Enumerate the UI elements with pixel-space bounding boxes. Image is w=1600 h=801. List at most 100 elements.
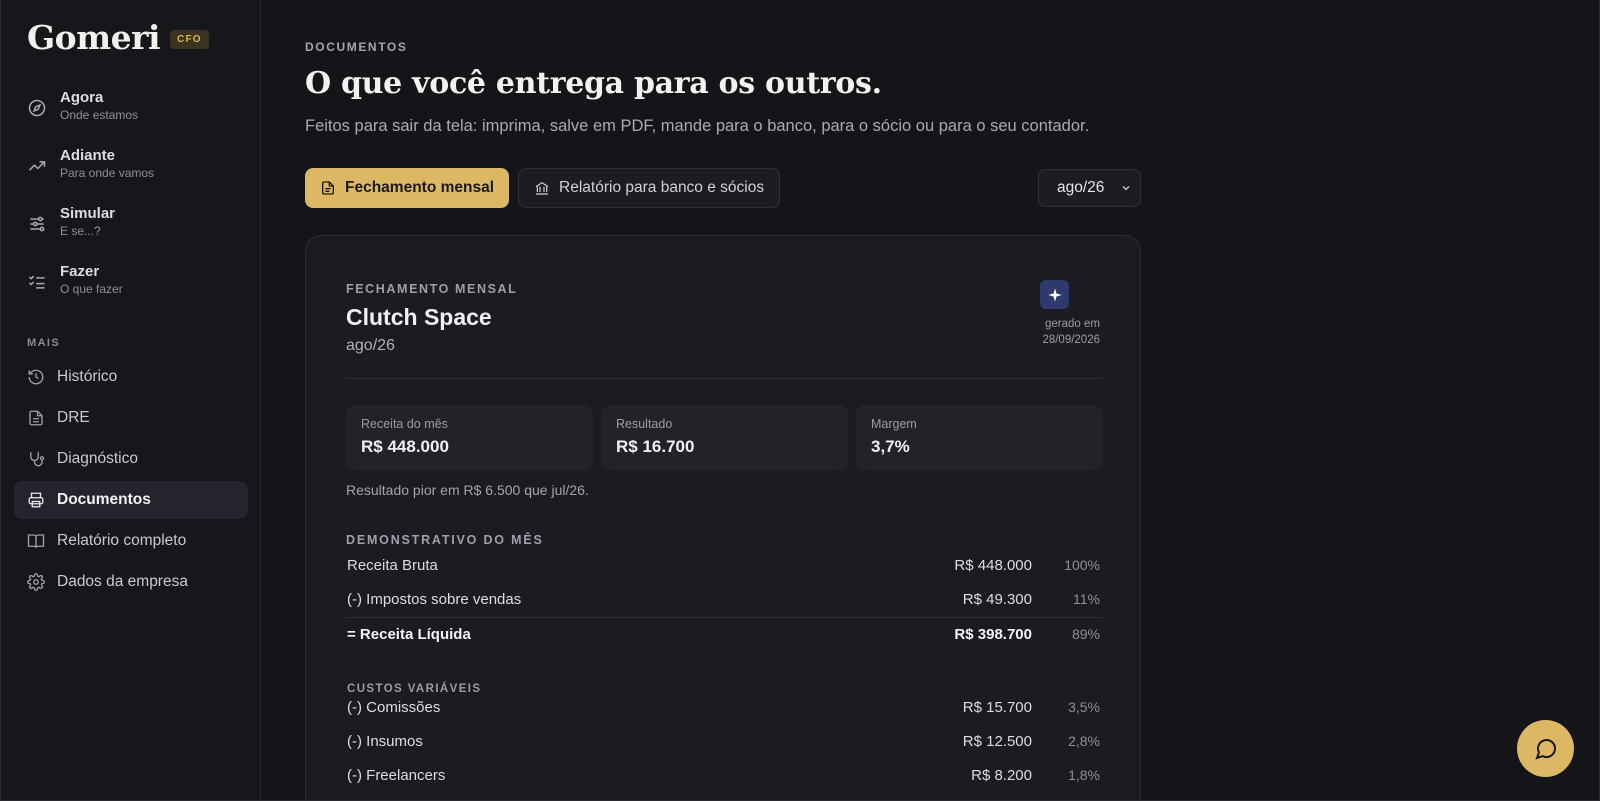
page-title: O que você entrega para os outros. [305, 66, 882, 101]
nav-title: Agora [60, 89, 104, 106]
month-select[interactable]: ago/26 [1038, 169, 1141, 207]
nav-subtitle: Onde estamos [60, 108, 139, 122]
row-percent: 89% [1071, 626, 1100, 642]
variable-costs-table: (-) Comissões R$ 15.700 3,5% (-) Insumos… [346, 691, 1102, 793]
kpi-row: Receita do mês R$ 448.000 Resultado R$ 1… [346, 405, 1103, 471]
table-row: (-) Insumos R$ 12.500 2,8% [346, 725, 1102, 759]
sidebar-item-label: Relatório completo [57, 532, 187, 549]
table-row: Receita Bruta R$ 448.000 100% [346, 549, 1102, 583]
compass-icon [28, 99, 46, 117]
chat-bubble-icon [1534, 738, 1556, 760]
kpi-value: 3,7% [871, 437, 910, 456]
bank-icon [535, 181, 549, 195]
sparkle-icon [1047, 287, 1062, 302]
table-row-total: = Receita Líquida R$ 398.700 89% [346, 617, 1102, 651]
row-percent: 3,5% [1068, 699, 1100, 715]
brand-logo: Gomeri [27, 18, 161, 57]
table-row: (-) Comissões R$ 15.700 3,5% [346, 691, 1102, 725]
brand-badge: CFO [170, 30, 209, 49]
history-icon [28, 369, 44, 385]
generated-info: gerado em 28/09/2026 [1042, 316, 1100, 348]
file-text-icon [29, 410, 43, 426]
page-subtitle: Feitos para sair da tela: imprima, salve… [305, 117, 1090, 135]
nav-subtitle: O que fazer [60, 282, 123, 296]
month-select-value: ago/26 [1057, 179, 1105, 196]
tab-relatorio-banco-socios[interactable]: Relatório para banco e sócios [518, 168, 781, 208]
generated-date: 28/09/2026 [1042, 334, 1100, 346]
nav-subtitle: E se...? [60, 224, 101, 238]
row-percent: 100% [1064, 557, 1100, 573]
nav-item-simular[interactable]: Simular E se...? [27, 204, 154, 262]
secondary-nav: Histórico DRE Diagnóstico Documentos Rel… [14, 358, 248, 604]
sidebar-item-label: Dados da empresa [57, 573, 188, 590]
file-icon [322, 181, 334, 195]
document-period: ago/26 [346, 337, 395, 354]
comparison-note: Resultado pior em R$ 6.500 que jul/26. [346, 482, 589, 498]
row-amount: R$ 15.700 [962, 699, 1032, 716]
stethoscope-icon [30, 452, 45, 467]
printer-icon [28, 492, 44, 508]
company-name: Clutch Space [346, 304, 492, 330]
sidebar-item-relatorio-completo[interactable]: Relatório completo [14, 522, 248, 560]
generated-label: gerado em [1045, 318, 1100, 330]
ai-sparkle-button[interactable] [1040, 280, 1069, 309]
kpi-label: Receita do mês [361, 417, 448, 431]
nav-item-adiante[interactable]: Adiante Para onde vamos [27, 146, 154, 204]
primary-nav: Agora Onde estamos Adiante Para onde vam… [27, 88, 154, 320]
kpi-receita: Receita do mês R$ 448.000 [346, 405, 593, 471]
nav-item-fazer[interactable]: Fazer O que fazer [27, 262, 154, 320]
divider [346, 378, 1102, 379]
row-amount: R$ 49.300 [962, 591, 1032, 608]
sidebar-item-dre[interactable]: DRE [14, 399, 248, 437]
sidebar-item-diagnostico[interactable]: Diagnóstico [14, 440, 248, 478]
row-label: = Receita Líquida [347, 626, 471, 643]
sidebar-item-dados-empresa[interactable]: Dados da empresa [14, 563, 248, 601]
monthly-closing-document: FECHAMENTO MENSAL Clutch Space ago/26 ge… [305, 235, 1141, 801]
row-percent: 2,8% [1068, 733, 1100, 749]
chevron-down-icon [1122, 186, 1130, 191]
nav-title: Simular [60, 205, 116, 222]
trending-up-icon [28, 161, 46, 171]
sidebar-item-documentos[interactable]: Documentos [14, 481, 248, 519]
document-tabs: Fechamento mensal Relatório para banco e… [305, 168, 789, 208]
dre-table: Receita Bruta R$ 448.000 100% (-) Impost… [346, 549, 1102, 651]
sidebar-item-label: Documentos [57, 491, 151, 508]
sidebar-item-label: DRE [57, 409, 90, 426]
kpi-value: R$ 16.700 [616, 437, 695, 456]
tab-fechamento-mensal[interactable]: Fechamento mensal [305, 168, 510, 208]
gear-icon [27, 573, 45, 591]
row-label: (-) Freelancers [347, 767, 446, 784]
kpi-label: Margem [871, 417, 917, 431]
row-label: Receita Bruta [347, 557, 438, 574]
sidebar: Gomeri CFO Agora Onde estamos Adiante Pa… [0, 0, 261, 801]
row-amount: R$ 12.500 [962, 733, 1032, 750]
chat-button[interactable] [1517, 720, 1574, 777]
row-percent: 11% [1073, 591, 1100, 607]
nav-title: Adiante [60, 147, 116, 164]
row-label: (-) Comissões [347, 699, 441, 716]
checklist-icon [28, 275, 45, 289]
tab-label: Fechamento mensal [345, 179, 495, 196]
nav-section-label: MAIS [27, 337, 61, 349]
sidebar-item-historico[interactable]: Histórico [14, 358, 248, 396]
brand[interactable]: Gomeri CFO [27, 18, 209, 57]
row-percent: 1,8% [1068, 767, 1100, 783]
row-amount: R$ 448.000 [954, 557, 1032, 574]
page-eyebrow: DOCUMENTOS [305, 40, 408, 54]
dre-section-title: DEMONSTRATIVO DO MÊS [346, 533, 544, 547]
book-open-icon [27, 534, 45, 548]
row-label: (-) Impostos sobre vendas [347, 591, 522, 608]
sliders-icon [30, 216, 45, 232]
table-row: (-) Impostos sobre vendas R$ 49.300 11% [346, 583, 1102, 617]
sidebar-item-label: Histórico [57, 368, 118, 385]
sidebar-item-label: Diagnóstico [57, 450, 138, 467]
nav-title: Fazer [60, 263, 100, 280]
row-amount: R$ 398.700 [954, 626, 1032, 643]
table-row: (-) Freelancers R$ 8.200 1,8% [346, 759, 1102, 793]
nav-item-agora[interactable]: Agora Onde estamos [27, 88, 154, 146]
document-eyebrow: FECHAMENTO MENSAL [346, 282, 518, 296]
kpi-margem: Margem 3,7% [856, 405, 1103, 471]
nav-subtitle: Para onde vamos [60, 166, 155, 180]
tab-label: Relatório para banco e sócios [559, 179, 765, 196]
kpi-value: R$ 448.000 [361, 437, 449, 456]
